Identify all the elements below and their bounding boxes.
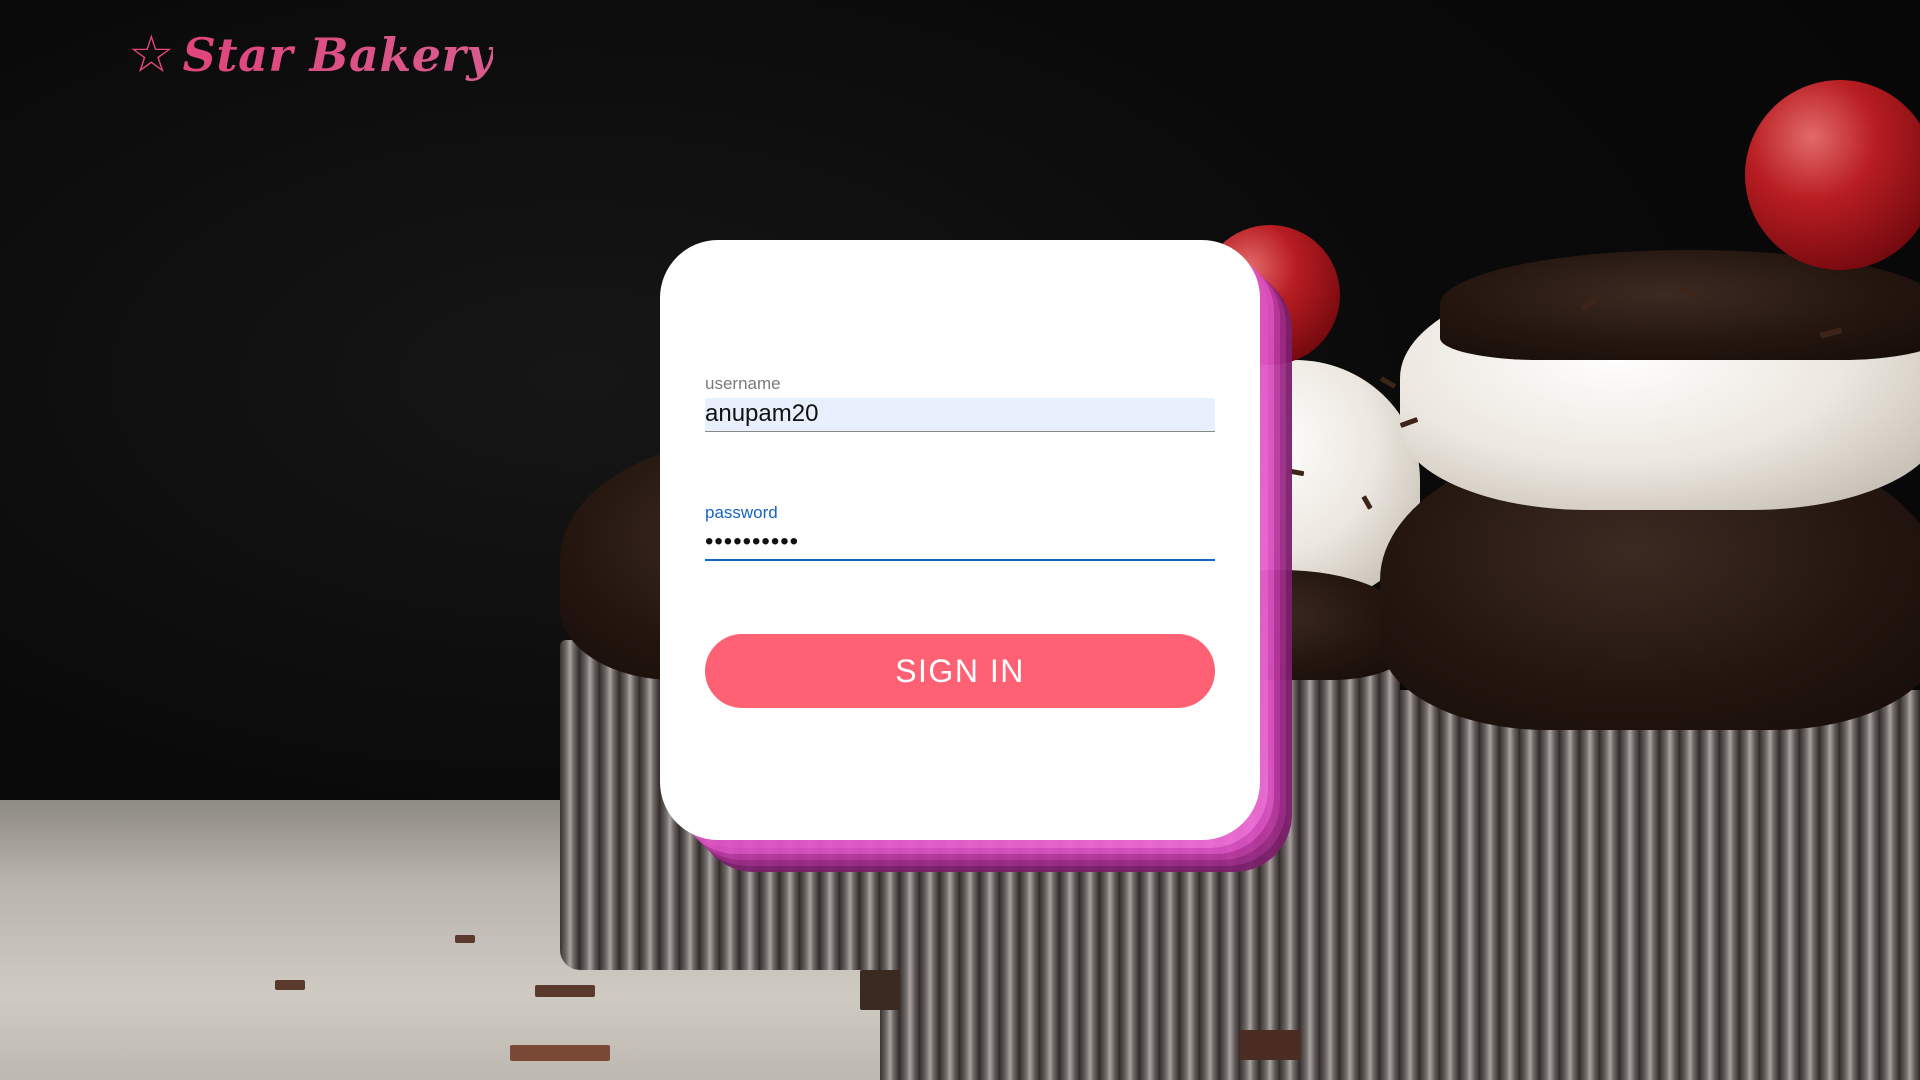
sign-in-button[interactable]: SIGN IN	[705, 634, 1215, 708]
login-page: ☆ Star Bakery username password SIGN IN	[0, 0, 1920, 1080]
password-label: password	[705, 503, 778, 522]
decor-crumb	[275, 980, 305, 990]
background-cupcake-right-cherry	[1745, 80, 1920, 270]
decor-crumb	[510, 1045, 610, 1061]
username-input[interactable]	[705, 398, 1215, 432]
decor-crumb	[1240, 1030, 1300, 1060]
password-field: password	[705, 503, 1215, 561]
brand-logo[interactable]: ☆ Star Bakery	[128, 28, 493, 82]
username-field: username	[705, 374, 1215, 432]
username-label: username	[705, 374, 781, 393]
login-card: username password SIGN IN	[660, 240, 1260, 840]
star-icon: ☆	[128, 25, 175, 85]
background-cupcake-right	[1360, 690, 1920, 1080]
brand-name: Star Bakery	[182, 28, 494, 82]
decor-crumb	[455, 935, 475, 943]
decor-crumb	[535, 985, 595, 997]
password-input[interactable]	[705, 527, 1215, 561]
decor-crumb	[860, 970, 900, 1010]
